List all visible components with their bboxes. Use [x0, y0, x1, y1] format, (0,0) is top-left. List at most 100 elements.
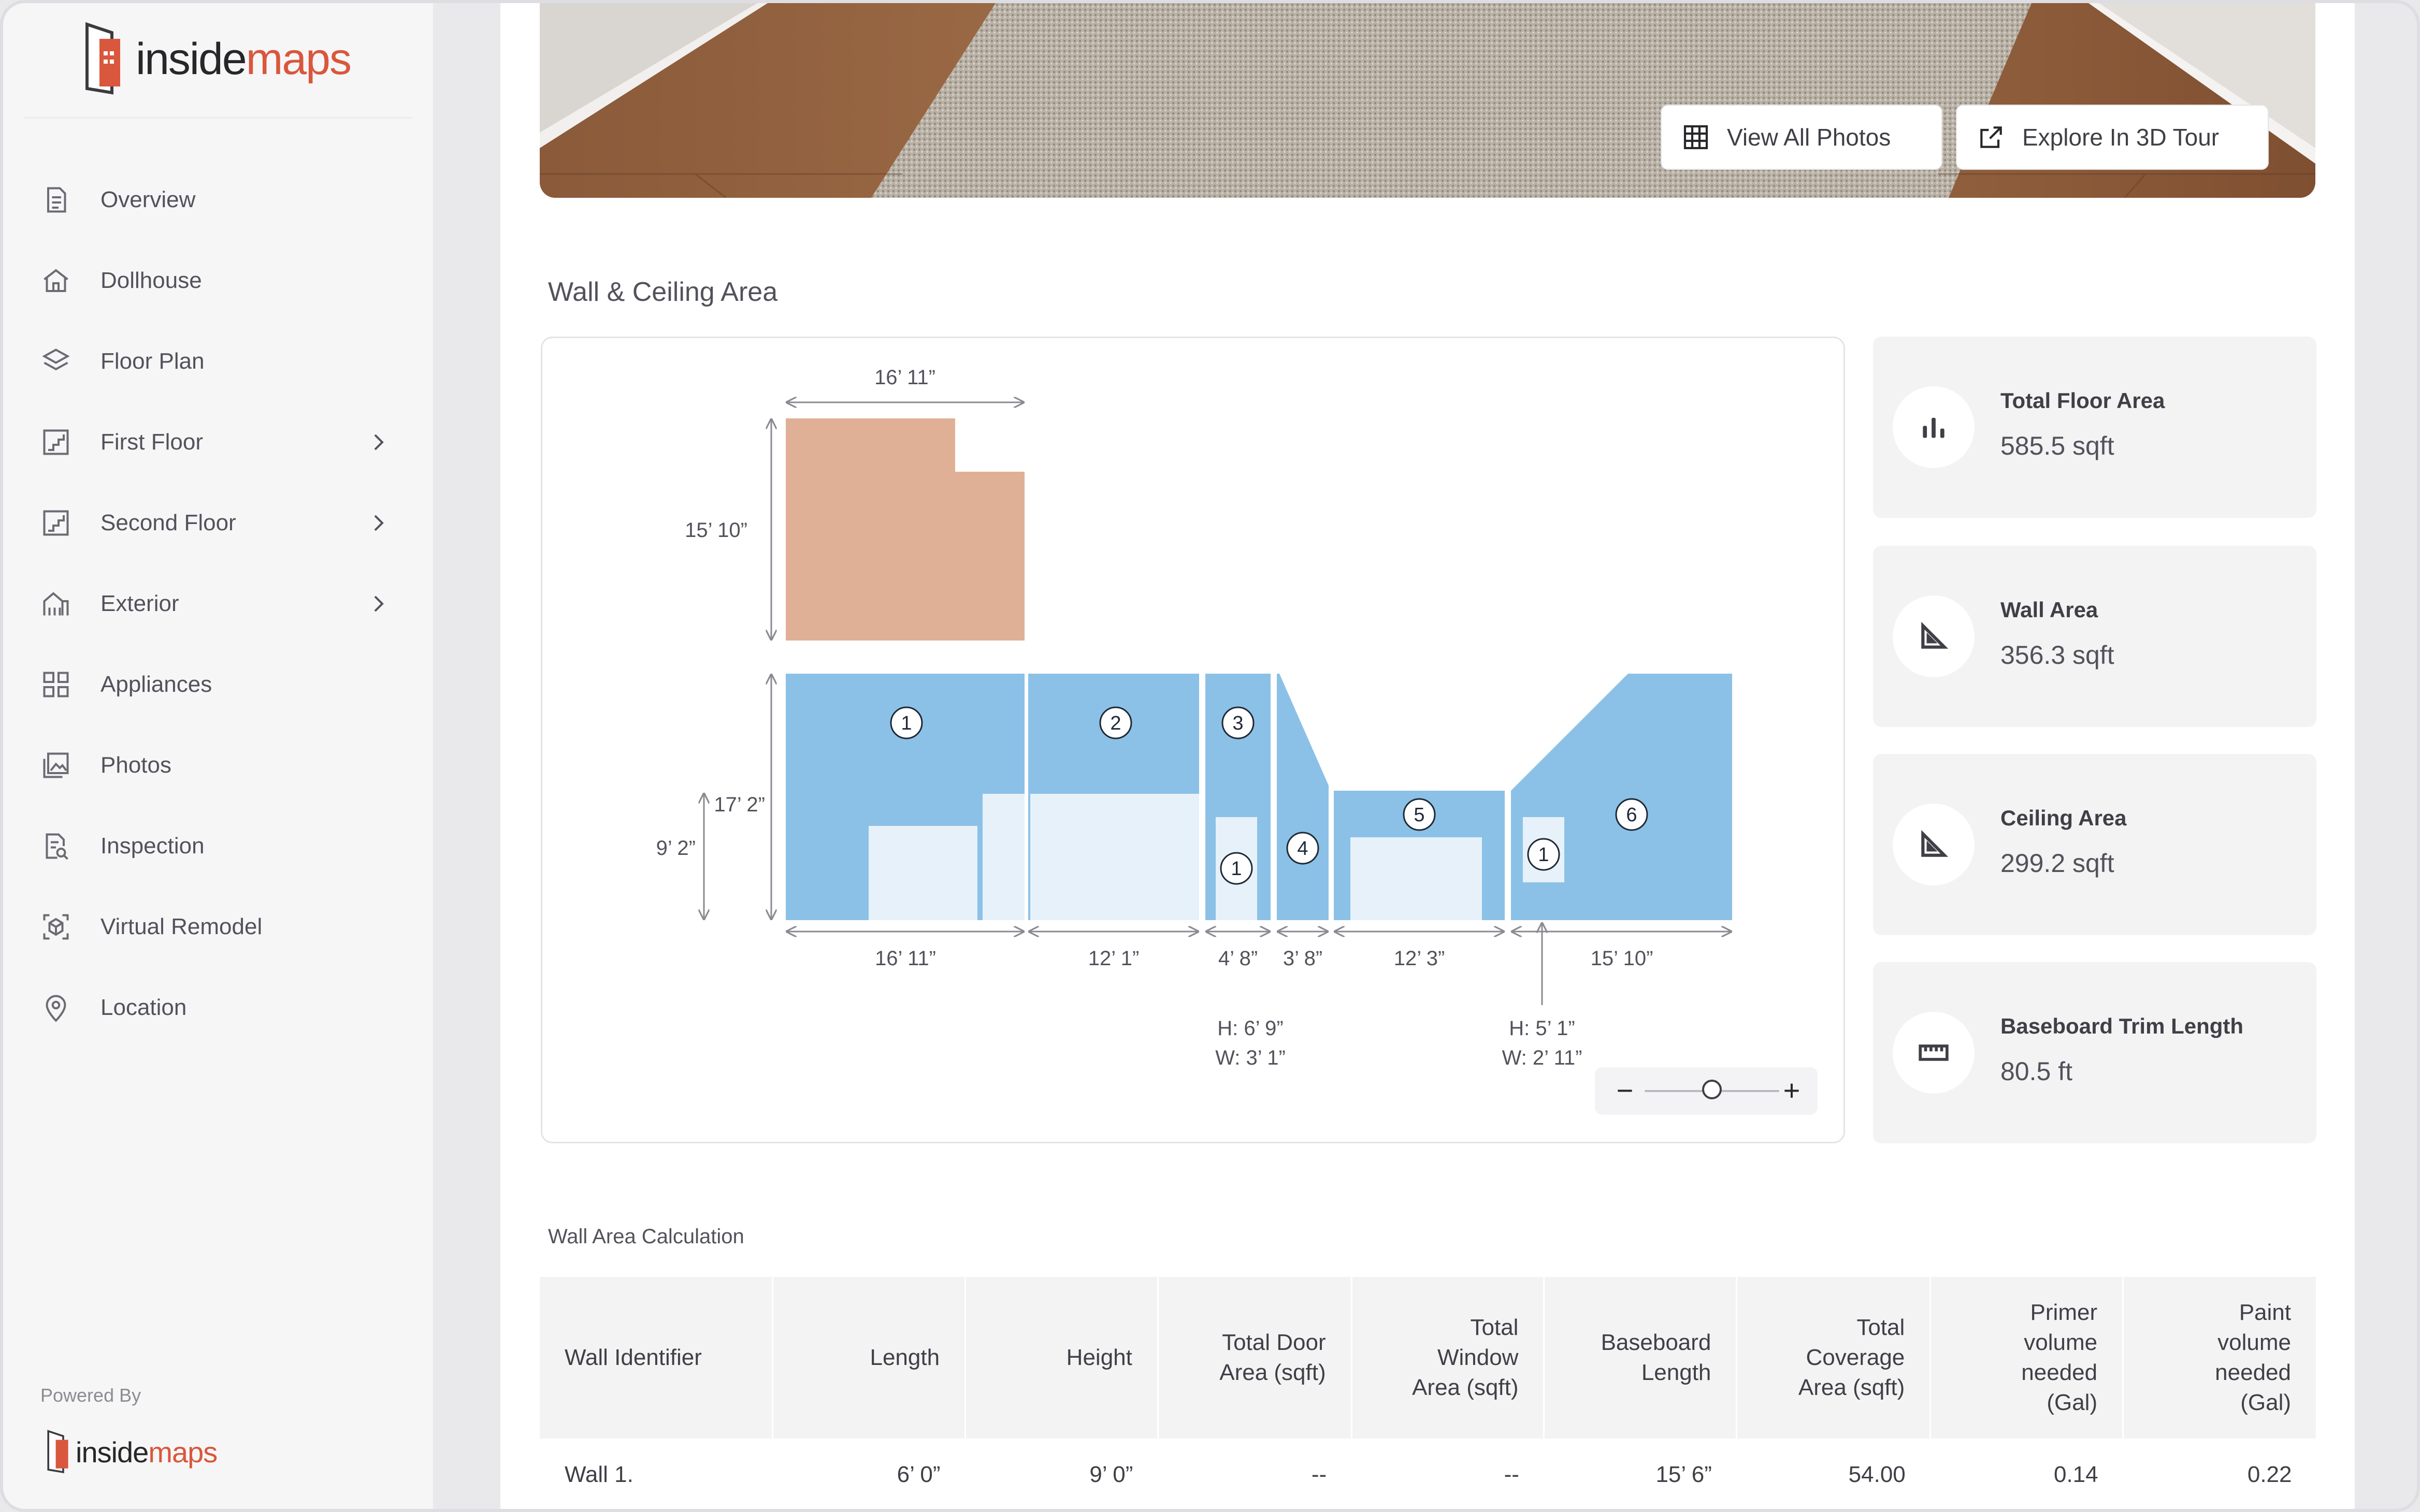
column-header: Primervolumeneeded(Gal)	[1931, 1277, 2123, 1438]
chevron-right-icon	[366, 511, 391, 535]
wall-6[interactable]	[1511, 674, 1732, 920]
wall-4-badge: 4	[1287, 833, 1318, 864]
column-header: TotalCoverageArea (sqft)	[1737, 1277, 1931, 1438]
sidebar: insidemaps Overview Dollhouse Floor Plan…	[3, 3, 433, 1512]
svg-text:6: 6	[1626, 804, 1637, 826]
svg-text:1: 1	[901, 713, 912, 734]
door-logo-icon	[45, 1427, 76, 1477]
sidebar-item-first-floor[interactable]: First Floor	[3, 402, 433, 483]
view-all-photos-label: View All Photos	[1727, 123, 1891, 151]
stat-title: Wall Area	[2000, 598, 2098, 622]
sidebar-item-label: Inspection	[100, 833, 205, 859]
sidebar-item-dollhouse[interactable]: Dollhouse	[3, 240, 433, 321]
stat-icon-circle	[1893, 595, 1975, 677]
sidebar-item-photos[interactable]: Photos	[3, 725, 433, 806]
wall-area-table: Wall IdentifierLengthHeightTotal DoorAre…	[540, 1277, 2317, 1511]
opening-1-height-label: H: 6’ 9”	[1217, 1017, 1283, 1040]
brand-wordmark: insidemaps	[136, 34, 351, 85]
table-body: Wall 1.6’ 0”9’ 0”----15’ 6”54.000.140.22	[540, 1438, 2317, 1511]
zoom-slider-handle[interactable]	[1702, 1080, 1722, 1099]
sidebar-divider	[24, 117, 412, 119]
inner-height-label: 9’ 2”	[656, 837, 696, 860]
sidebar-item-label: Exterior	[100, 591, 179, 617]
wall-3-width-label: 4’ 8”	[1218, 947, 1258, 970]
stat-value: 299.2 sqft	[2000, 848, 2114, 878]
opening-door	[983, 794, 1025, 920]
zoom-in-button[interactable]: +	[1776, 1072, 1807, 1109]
document-search-icon	[40, 831, 71, 862]
wall-1-width-label: 16’ 11”	[875, 947, 936, 970]
sidebar-item-label: Dollhouse	[100, 268, 202, 294]
wall-height-label: 17’ 2”	[714, 793, 765, 816]
ruler-icon	[1918, 1037, 1950, 1069]
table-cell: 0.22	[2123, 1438, 2317, 1511]
sidebar-item-virtual-remodel[interactable]: Virtual Remodel	[3, 886, 433, 967]
grid-icon	[1681, 123, 1710, 152]
stat-icon-circle	[1893, 386, 1975, 468]
opening-door	[1350, 837, 1482, 920]
stat-card-ceiling-area: Ceiling Area 299.2 sqft	[1873, 754, 2316, 935]
table-cell: 9’ 0”	[966, 1438, 1158, 1511]
wall-5-width-label: 12’ 3”	[1394, 947, 1445, 970]
stat-value: 80.5 ft	[2000, 1056, 2072, 1086]
zoom-control: − +	[1595, 1067, 1818, 1115]
app-window: insidemaps Overview Dollhouse Floor Plan…	[0, 0, 2420, 1512]
sidebar-item-appliances[interactable]: Appliances	[3, 644, 433, 725]
sidebar-item-second-floor[interactable]: Second Floor	[3, 483, 433, 563]
set-square-icon	[1918, 828, 1950, 861]
opening-2-width-label: W: 2’ 11”	[1502, 1046, 1582, 1069]
wall-6-width-label: 15’ 10”	[1591, 947, 1653, 970]
ceiling-shape[interactable]	[786, 418, 1025, 641]
svg-text:1: 1	[1538, 844, 1549, 866]
opening-1-width-label: W: 3’ 1”	[1215, 1046, 1286, 1069]
external-link-icon	[1977, 123, 2006, 152]
stat-icon-circle	[1893, 804, 1975, 885]
wall-3-badge: 3	[1222, 707, 1254, 738]
view-all-photos-button[interactable]: View All Photos	[1661, 105, 1942, 170]
sidebar-item-overview[interactable]: Overview	[3, 159, 433, 240]
house-icon	[40, 265, 71, 296]
stat-icon-circle	[1893, 1012, 1975, 1094]
sidebar-item-label: Location	[100, 995, 186, 1021]
wall-4-width-label: 3’ 8”	[1283, 947, 1322, 970]
hero-photo: View All Photos Explore In 3D Tour	[540, 3, 2315, 198]
map-pin-icon	[40, 992, 71, 1023]
table-cell: Wall 1.	[540, 1438, 773, 1511]
chevron-right-icon	[366, 591, 391, 616]
explore-3d-tour-button[interactable]: Explore In 3D Tour	[1956, 105, 2269, 170]
page-scrollbar[interactable]	[2355, 3, 2420, 1512]
sidebar-item-location[interactable]: Location	[3, 967, 433, 1048]
table-cell: 54.00	[1737, 1438, 1931, 1511]
sidebar-item-exterior[interactable]: Exterior	[3, 563, 433, 644]
document-icon	[40, 184, 71, 215]
sidebar-item-inspection[interactable]: Inspection	[3, 806, 433, 886]
wall-ceiling-diagram: 16’ 11” 15’ 10”	[542, 338, 1843, 1142]
footer-logo[interactable]: insidemaps	[45, 1427, 217, 1477]
table-cell: --	[1351, 1438, 1544, 1511]
stat-title: Baseboard Trim Length	[2000, 1014, 2243, 1039]
opening-door	[1030, 794, 1199, 920]
building-icon	[40, 588, 71, 619]
wall-6-badge: 6	[1616, 799, 1647, 830]
wall-2-badge: 2	[1100, 707, 1131, 738]
stat-value: 356.3 sqft	[2000, 640, 2114, 670]
column-header: Length	[773, 1277, 966, 1438]
main-content: View All Photos Explore In 3D Tour Wall …	[500, 3, 2355, 1512]
stairs-icon	[40, 427, 71, 458]
stat-title: Total Floor Area	[2000, 388, 2165, 413]
brand-logo[interactable]: insidemaps	[81, 18, 351, 100]
column-header: Paintvolumeneeded(Gal)	[2123, 1277, 2317, 1438]
column-header: TotalWindowArea (sqft)	[1351, 1277, 1544, 1438]
table-cell: 6’ 0”	[773, 1438, 966, 1511]
sidebar-item-floor-plan[interactable]: Floor Plan	[3, 321, 433, 402]
zoom-out-button[interactable]: −	[1609, 1072, 1640, 1109]
opening-2-height-label: H: 5’ 1”	[1509, 1017, 1575, 1040]
wall-1-badge: 1	[891, 707, 922, 738]
ceiling-height-label: 15’ 10”	[685, 519, 747, 542]
column-header: Wall Identifier	[540, 1277, 773, 1438]
sidebar-item-label: Virtual Remodel	[100, 914, 262, 940]
table-row[interactable]: Wall 1.6’ 0”9’ 0”----15’ 6”54.000.140.22	[540, 1438, 2317, 1511]
sidebar-item-label: Floor Plan	[100, 348, 205, 374]
sidebar-item-label: Photos	[100, 752, 171, 778]
wall-4[interactable]	[1277, 674, 1329, 920]
